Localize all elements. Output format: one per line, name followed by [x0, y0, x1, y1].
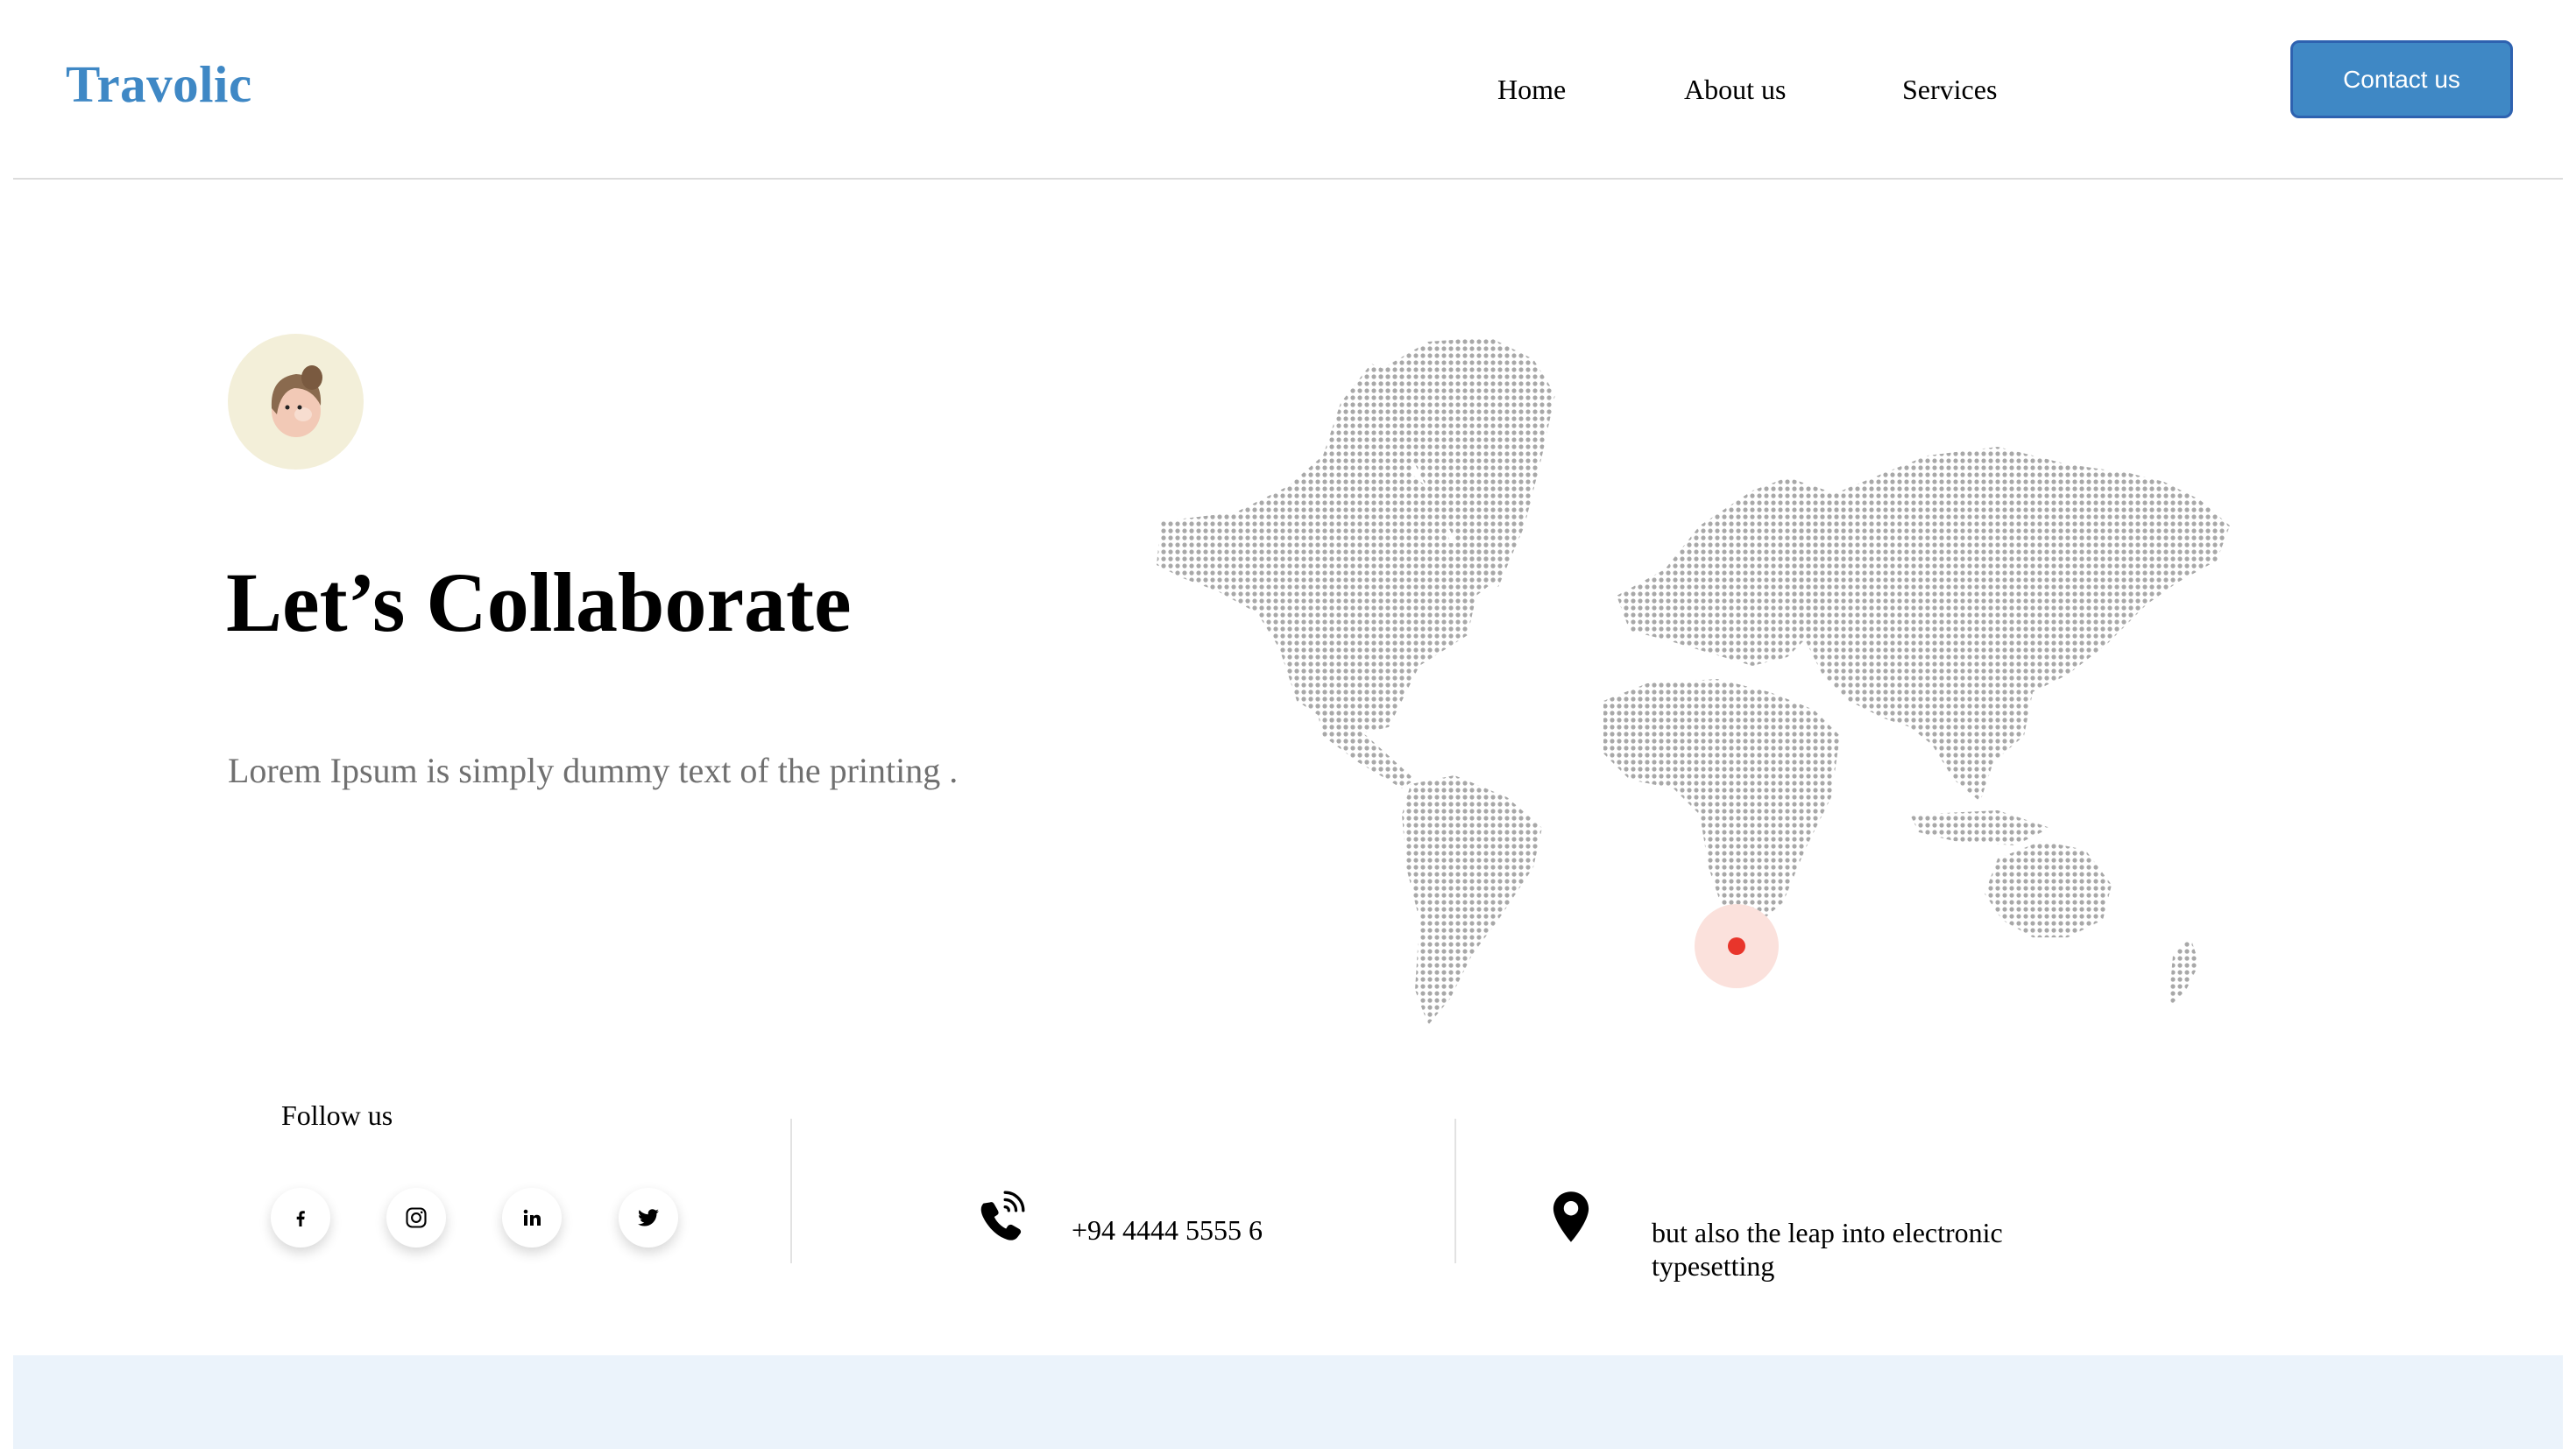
contact-us-button[interactable]: Contact us — [2290, 40, 2513, 118]
footer-band — [13, 1355, 2563, 1449]
phone-icon — [980, 1191, 1025, 1240]
linkedin-icon — [523, 1209, 541, 1226]
avatar — [228, 334, 364, 470]
nav-services[interactable]: Services — [1902, 74, 1997, 106]
twitter-button[interactable] — [619, 1188, 678, 1248]
follow-us-label: Follow us — [281, 1099, 393, 1131]
avatar-face-icon — [271, 365, 322, 437]
logo[interactable]: Travolic — [66, 54, 252, 115]
address-text: but also the leap into electronic typese… — [1652, 1217, 2003, 1282]
instagram-button[interactable] — [386, 1188, 446, 1248]
divider — [1454, 1119, 1456, 1263]
hero-title: Let’s Collaborate — [226, 555, 852, 649]
phone-number: +94 4444 5555 6 — [1072, 1214, 1263, 1246]
nav-about-us[interactable]: About us — [1684, 74, 1786, 106]
nav-home[interactable]: Home — [1497, 74, 1566, 106]
facebook-button[interactable] — [271, 1188, 330, 1248]
twitter-icon — [638, 1209, 659, 1226]
header: Travolic Home About us Services Contact … — [13, 0, 2563, 180]
linkedin-button[interactable] — [502, 1188, 562, 1248]
hero-subtitle: Lorem Ipsum is simply dummy text of the … — [228, 751, 959, 790]
instagram-icon — [406, 1207, 427, 1228]
divider — [790, 1119, 792, 1263]
location-marker — [1728, 937, 1745, 955]
world-map-icon — [1157, 337, 2230, 1025]
facebook-icon — [296, 1211, 305, 1226]
location-pin-icon — [1553, 1191, 1589, 1242]
page: Travolic Home About us Services Contact … — [0, 0, 2576, 1449]
